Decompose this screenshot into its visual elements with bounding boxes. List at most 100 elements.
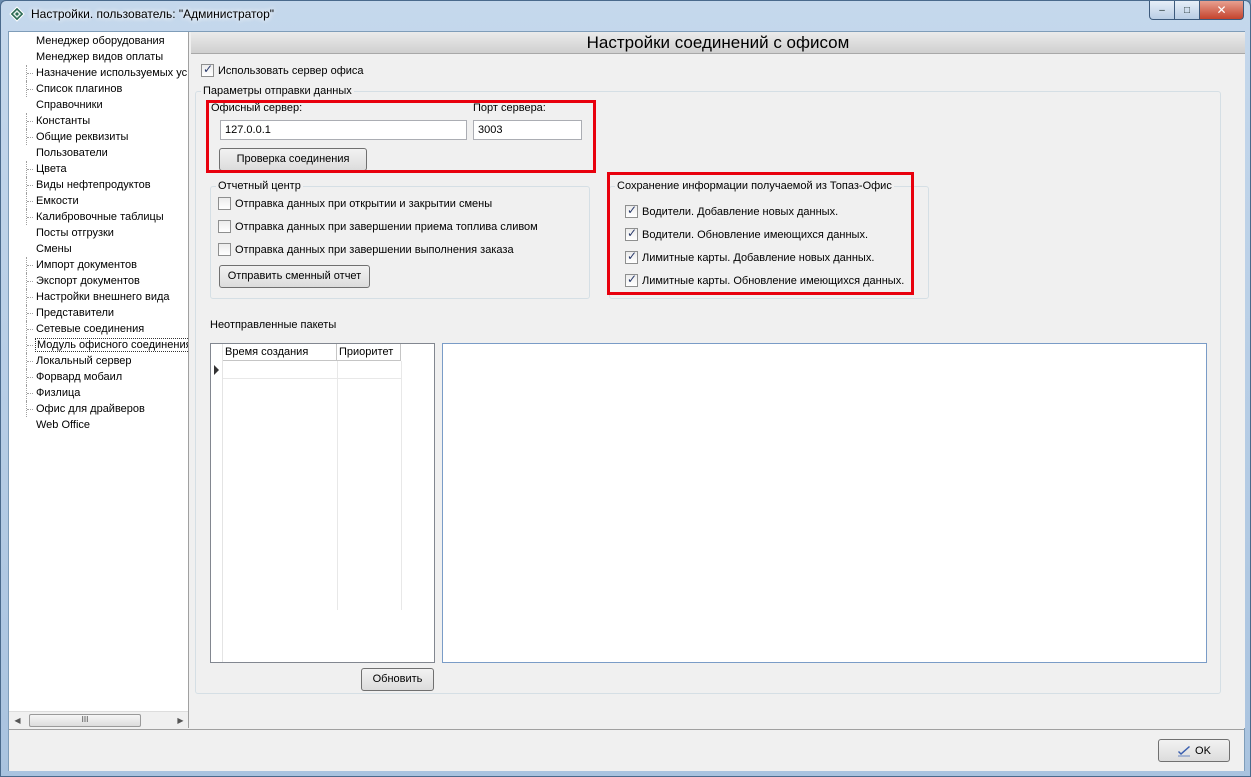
tree-item-label: Общие реквизиты — [36, 131, 129, 143]
tree-item[interactable]: Назначение используемых ус — [9, 65, 188, 81]
tree-item-label: Физлица — [36, 387, 81, 399]
send-on-fuel-receipt-checkbox[interactable]: Отправка данных при завершении приема то… — [218, 220, 538, 233]
scroll-right-arrow-icon[interactable]: ▶ — [172, 712, 188, 728]
unsent-packets-label: Неотправленные пакеты — [210, 319, 337, 331]
tree-item[interactable]: Модуль офисного соединения — [9, 337, 188, 353]
tree-item-label: Офис для драйверов — [36, 403, 145, 415]
checkbox-checked-icon — [201, 62, 214, 77]
tree-item[interactable]: Экспорт документов — [9, 273, 188, 289]
tree-item[interactable]: Пользователи — [9, 145, 188, 161]
use-office-server-label: Использовать сервер офиса — [218, 64, 364, 77]
tree-item-label: Импорт документов — [36, 259, 137, 271]
check-pencil-icon — [1178, 745, 1191, 756]
refresh-button[interactable]: Обновить — [361, 668, 434, 691]
send-on-order-complete-checkbox[interactable]: Отправка данных при завершении выполнени… — [218, 243, 514, 256]
checkbox-unchecked-icon — [218, 243, 231, 256]
tree-list: Менеджер оборудования Менеджер видов опла… — [9, 33, 188, 433]
tree-item-label: Представители — [36, 307, 115, 319]
checkbox-unchecked-icon — [218, 197, 231, 210]
tree-item[interactable]: Офис для драйверов — [9, 401, 188, 417]
tree-item-label: Список плагинов — [36, 83, 123, 95]
tree-item[interactable]: Виды нефтепродуктов — [9, 177, 188, 193]
scroll-left-arrow-icon[interactable]: ◀ — [9, 712, 26, 728]
packet-details-memo[interactable] — [442, 343, 1207, 663]
tree-connector — [27, 297, 33, 298]
tree-item[interactable]: Представители — [9, 305, 188, 321]
checkbox-label: Отправка данных при открытии и закрытии … — [235, 197, 493, 210]
ok-label: OK — [1195, 744, 1211, 757]
tree-item-label: Посты отгрузки — [36, 227, 114, 239]
tree-connector — [27, 201, 33, 202]
title-bar[interactable]: Настройки. пользователь: "Администратор"… — [1, 1, 1250, 27]
tree-item-label: Локальный сервер — [36, 355, 132, 367]
tree-item-label: Назначение используемых ус — [36, 67, 188, 79]
close-button[interactable]: ✕ — [1200, 1, 1244, 20]
expand-triangle-icon[interactable] — [22, 52, 28, 62]
tree-connector — [27, 265, 33, 266]
send-shift-report-button[interactable]: Отправить сменный отчет — [219, 265, 370, 288]
tree-item-label: Емкости — [36, 195, 79, 207]
tree-item[interactable]: Смены — [9, 241, 188, 257]
settings-window: Настройки. пользователь: "Администратор"… — [0, 0, 1251, 777]
tree-item[interactable]: Форвард мобаил — [9, 369, 188, 385]
expand-triangle-icon[interactable] — [22, 148, 28, 158]
expand-triangle-icon[interactable] — [22, 420, 28, 430]
send-on-shift-open-close-checkbox[interactable]: Отправка данных при открытии и закрытии … — [218, 197, 492, 210]
tree-item[interactable]: Менеджер видов оплаты — [9, 49, 188, 65]
expand-triangle-icon[interactable] — [22, 244, 28, 254]
table-row[interactable] — [223, 378, 401, 379]
tree-item[interactable]: Web Office — [9, 417, 188, 433]
tree-connector — [27, 281, 33, 282]
tree-connector — [27, 137, 33, 138]
tree-item-label: Менеджер видов оплаты — [36, 51, 164, 63]
column-header-priority[interactable]: Приоритет — [337, 344, 401, 361]
expand-triangle-icon[interactable] — [22, 228, 28, 238]
tree-connector — [27, 377, 33, 378]
tree-connector — [27, 169, 33, 170]
settings-tree[interactable]: Менеджер оборудования Менеджер видов опла… — [9, 32, 189, 728]
tree-item[interactable]: Справочники — [9, 97, 188, 113]
expand-triangle-icon[interactable] — [22, 36, 28, 46]
tree-item-label: Смены — [36, 243, 72, 255]
use-office-server-checkbox[interactable]: Использовать сервер офиса — [201, 62, 364, 77]
tree-item-label: Виды нефтепродуктов — [36, 179, 151, 191]
tree-item-label: Экспорт документов — [36, 275, 140, 287]
tree-item[interactable]: Локальный сервер — [9, 353, 188, 369]
tree-connector — [27, 329, 33, 330]
tree-item[interactable]: Сетевые соединения — [9, 321, 188, 337]
tree-item[interactable]: Физлица — [9, 385, 188, 401]
app-diamond-icon — [9, 6, 25, 22]
tree-connector — [27, 89, 33, 90]
ok-button[interactable]: OK — [1158, 739, 1230, 762]
client-area: Менеджер оборудования Менеджер видов опла… — [8, 31, 1245, 771]
column-header-created[interactable]: Время создания — [223, 344, 337, 361]
tree-item[interactable]: Константы — [9, 113, 188, 129]
scroll-thumb[interactable]: III — [29, 714, 141, 727]
dialog-footer: OK — [9, 729, 1244, 771]
minimize-button[interactable]: – — [1149, 1, 1175, 20]
tree-item[interactable]: Импорт документов — [9, 257, 188, 273]
checkbox-label: Отправка данных при завершении выполнени… — [235, 243, 514, 256]
tree-item[interactable]: Емкости — [9, 193, 188, 209]
tree-item[interactable]: Калибровочные таблицы — [9, 209, 188, 225]
unsent-packets-grid[interactable]: Время создания Приоритет — [210, 343, 435, 663]
row-indicator-column — [211, 344, 223, 662]
expand-triangle-icon[interactable] — [22, 100, 28, 110]
tree-item[interactable]: Общие реквизиты — [9, 129, 188, 145]
tree-horizontal-scrollbar[interactable]: ◀ III ▶ — [9, 711, 188, 728]
tree-item-label: Менеджер оборудования — [36, 35, 165, 47]
tree-item[interactable]: Посты отгрузки — [9, 225, 188, 241]
tree-connector — [27, 393, 33, 394]
window-title: Настройки. пользователь: "Администратор" — [31, 7, 275, 21]
tree-item-label: Web Office — [36, 419, 91, 431]
tree-item-label: Настройки внешнего вида — [36, 291, 170, 303]
tree-item[interactable]: Менеджер оборудования — [9, 33, 188, 49]
tree-item-label: Калибровочные таблицы — [36, 211, 164, 223]
tree-item[interactable]: Список плагинов — [9, 81, 188, 97]
main-panel: Настройки соединений с офисом Использова… — [191, 32, 1245, 728]
maximize-button[interactable]: □ — [1175, 1, 1200, 20]
tree-item[interactable]: Настройки внешнего вида — [9, 289, 188, 305]
tree-item-label: Пользователи — [36, 147, 108, 159]
tree-item[interactable]: Цвета — [9, 161, 188, 177]
send-params-legend: Параметры отправки данных — [201, 85, 354, 97]
